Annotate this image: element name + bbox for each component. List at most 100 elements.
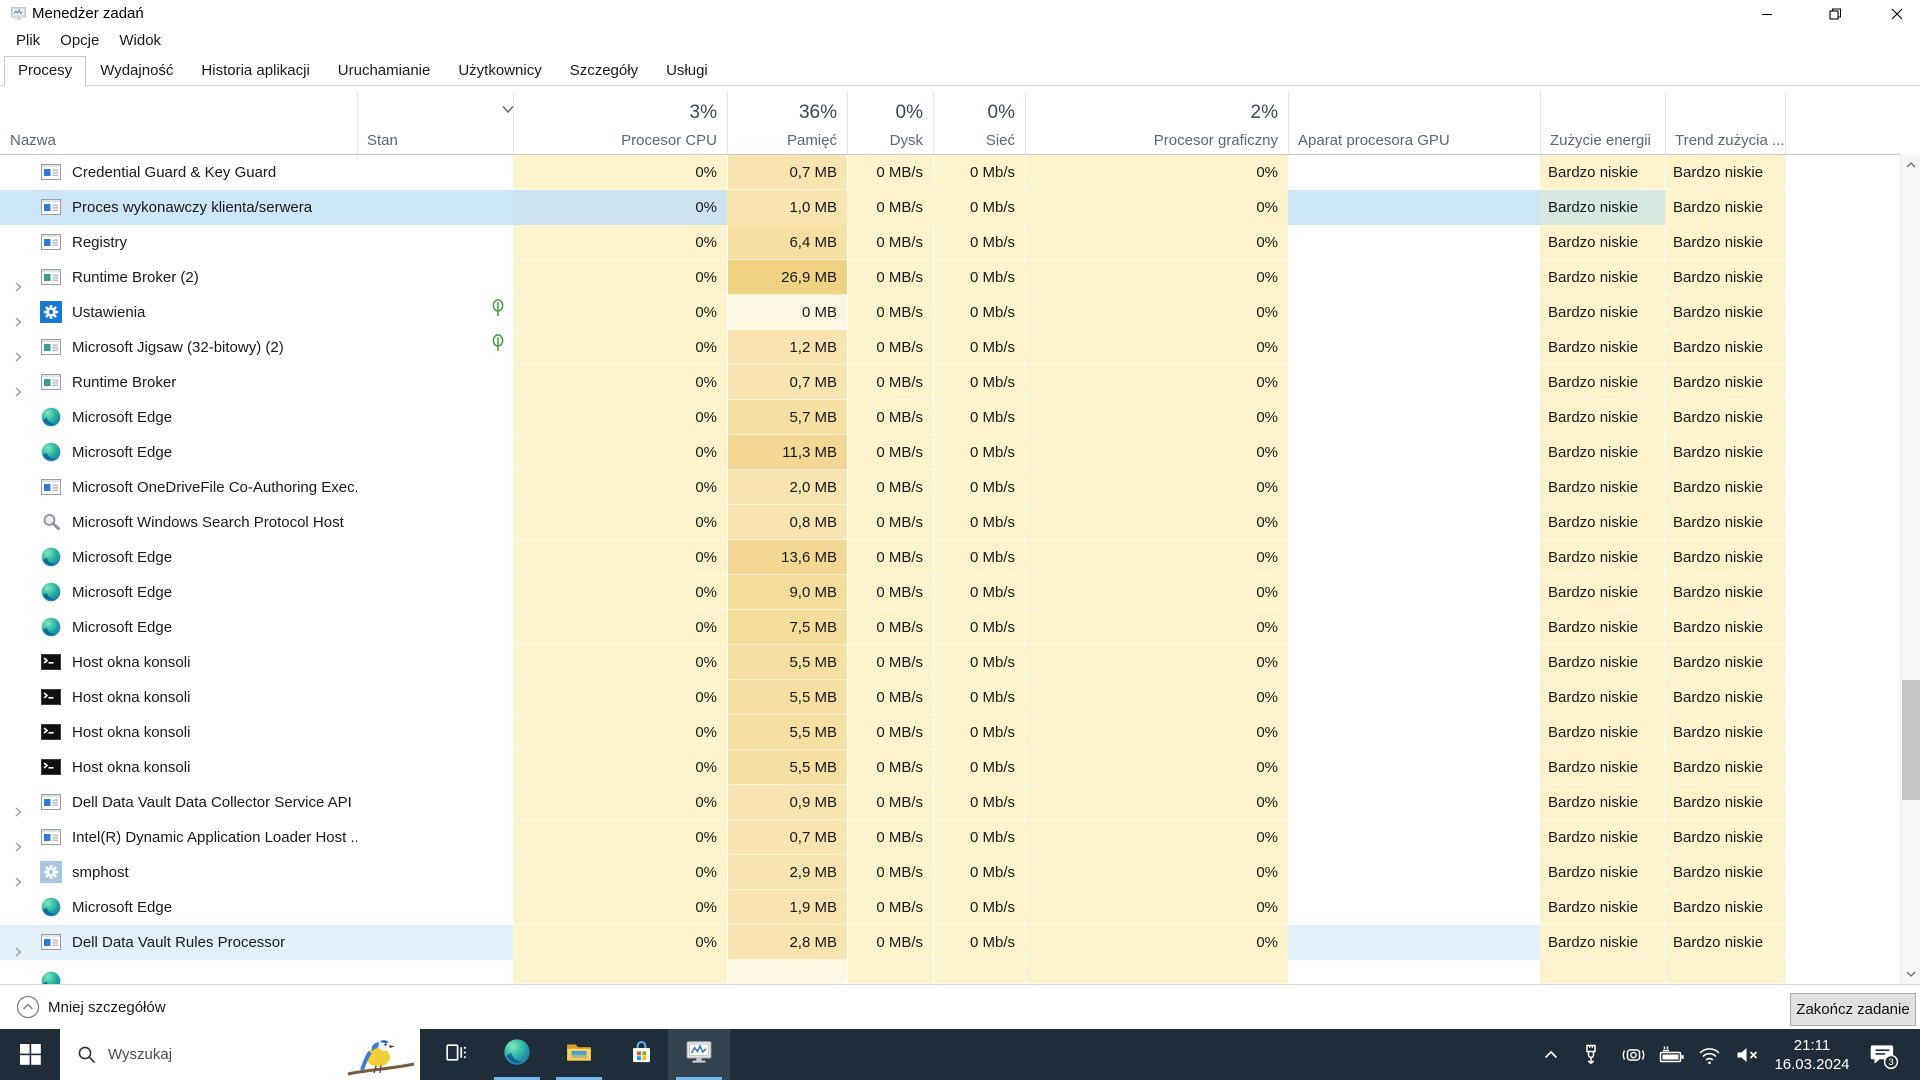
expand-chevron-icon[interactable] (12, 271, 24, 295)
process-row[interactable]: Proces wykonawczy klienta/serwera0%1,0 M… (0, 190, 1900, 225)
memory-value: 2,9 MB (727, 855, 847, 890)
taskbar-microsoft-store-button[interactable] (610, 1029, 672, 1080)
search-placeholder: Wyszukaj (108, 1046, 172, 1063)
menu-item-plik[interactable]: Plik (6, 29, 50, 52)
process-row[interactable]: Intel(R) Dynamic Application Loader Host… (0, 820, 1900, 855)
column-header-trend[interactable]: Trend zużycia ... (1675, 130, 1785, 152)
menu-item-opcje[interactable]: Opcje (50, 29, 109, 52)
disk-value: 0 MB/s (847, 575, 933, 610)
taskbar-task-manager-button[interactable] (668, 1029, 730, 1080)
process-row[interactable]: Microsoft Edge0%5,7 MB0 MB/s0 Mb/s0%Bard… (0, 400, 1900, 435)
tray-volume-muted-icon[interactable] (1730, 1029, 1764, 1080)
process-row[interactable]: Microsoft Edge0%1,9 MB0 MB/s0 Mb/s0%Bard… (0, 890, 1900, 925)
process-row[interactable]: smphost0%2,9 MB0 MB/s0 Mb/s0%Bardzo nisk… (0, 855, 1900, 890)
process-row[interactable]: Microsoft Jigsaw (32-bitowy) (2)0%1,2 MB… (0, 330, 1900, 365)
end-task-button[interactable]: Zakończ zadanie (1790, 993, 1916, 1026)
menu-item-widok[interactable]: Widok (109, 29, 171, 52)
tab-u-ytkownicy[interactable]: Użytkownicy (444, 56, 555, 85)
process-row[interactable]: Microsoft Edge0%7,5 MB0 MB/s0 Mb/s0%Bard… (0, 610, 1900, 645)
tab-procesy[interactable]: Procesy (4, 56, 86, 86)
tab-szczeg-y[interactable]: Szczegóły (556, 56, 652, 85)
expand-chevron-icon[interactable] (12, 831, 24, 855)
column-header-name[interactable]: Nazwa (10, 130, 357, 152)
process-row[interactable]: Microsoft Edge0%11,3 MB0 MB/s0 Mb/s0%Bar… (0, 435, 1900, 470)
column-header-aparat[interactable]: Aparat procesora GPU (1298, 130, 1540, 152)
expand-chevron-icon[interactable] (12, 341, 24, 365)
process-row[interactable]: Microsoft Edge0%9,0 MB0 MB/s0 Mb/s0%Bard… (0, 575, 1900, 610)
network-value: 0 Mb/s (933, 260, 1025, 295)
tray-usb-icon[interactable] (1574, 1029, 1608, 1080)
process-row[interactable]: Ustawienia0%0 MB0 MB/s0 Mb/s0%Bardzo nis… (0, 295, 1900, 330)
expand-chevron-icon[interactable] (12, 866, 24, 890)
disk-value: 0 MB/s (847, 890, 933, 925)
taskbar: Wyszukaj 21:11 16.03.2024 3 (0, 1029, 1920, 1080)
process-row[interactable]: Credential Guard & Key Guard0%0,7 MB0 MB… (0, 155, 1900, 190)
network-value: 0 Mb/s (933, 295, 1025, 330)
tab-wydajno-[interactable]: Wydajność (86, 56, 187, 85)
taskbar-edge-button[interactable] (486, 1029, 548, 1080)
header-separator (1288, 92, 1289, 154)
tray-cast-icon[interactable] (1616, 1029, 1650, 1080)
row-trailing-space (1785, 785, 1900, 820)
column-header-power[interactable]: Zużycie energii (1550, 130, 1665, 152)
taskbar-search-input[interactable]: Wyszukaj (60, 1029, 420, 1080)
scroll-up-arrow[interactable] (1901, 155, 1920, 175)
process-name-cell: Runtime Broker (2) (0, 260, 357, 295)
expand-chevron-icon[interactable] (12, 796, 24, 820)
status-cell (357, 575, 513, 610)
gpu-engine-cell (1288, 820, 1540, 855)
tab-historia-aplikacji[interactable]: Historia aplikacji (187, 56, 323, 85)
close-button[interactable] (1874, 0, 1920, 27)
restore-icon (1829, 8, 1841, 20)
cpu-value: 0% (513, 260, 727, 295)
minimize-icon (1761, 8, 1773, 20)
process-name: Microsoft Edge (72, 400, 172, 435)
less-details-toggle[interactable]: Mniej szczegółów (16, 995, 166, 1019)
restore-button[interactable] (1812, 0, 1858, 27)
taskbar-task-view-button[interactable] (424, 1029, 486, 1080)
process-row[interactable]: Host okna konsoli0%5,5 MB0 MB/s0 Mb/s0%B… (0, 715, 1900, 750)
process-row-partial[interactable] (0, 960, 1900, 984)
expand-chevron-icon[interactable] (12, 936, 24, 960)
tray-battery-icon[interactable] (1654, 1029, 1688, 1080)
column-header-net[interactable]: Sieć (933, 130, 1015, 152)
column-header-gpu[interactable]: Procesor graficzny (1025, 130, 1278, 152)
process-row[interactable]: Host okna konsoli0%5,5 MB0 MB/s0 Mb/s0%B… (0, 750, 1900, 785)
tray-wifi-icon[interactable] (1692, 1029, 1726, 1080)
tray-tray-expand-icon[interactable] (1534, 1029, 1568, 1080)
eco-leaf-icon (490, 295, 506, 330)
process-row[interactable]: Host okna konsoli0%5,5 MB0 MB/s0 Mb/s0%B… (0, 680, 1900, 715)
process-row[interactable]: Dell Data Vault Data Collector Service A… (0, 785, 1900, 820)
process-row[interactable]: Microsoft Windows Search Protocol Host0%… (0, 505, 1900, 540)
disk-value: 0 MB/s (847, 715, 933, 750)
memory-value: 1,0 MB (727, 190, 847, 225)
process-row[interactable]: Runtime Broker (2)0%26,9 MB0 MB/s0 Mb/s0… (0, 260, 1900, 295)
expand-chevron-icon[interactable] (12, 376, 24, 400)
start-button[interactable] (0, 1029, 60, 1080)
process-row[interactable]: Runtime Broker0%0,7 MB0 MB/s0 Mb/s0%Bard… (0, 365, 1900, 400)
gpu-value: 0% (1025, 925, 1288, 960)
taskbar-clock[interactable]: 21:11 16.03.2024 (1772, 1029, 1852, 1080)
scroll-down-arrow[interactable] (1901, 964, 1920, 984)
tab-us-ugi[interactable]: Usługi (652, 56, 722, 85)
appwin-teal-icon (40, 336, 62, 358)
taskbar-file-explorer-button[interactable] (548, 1029, 610, 1080)
process-row[interactable]: Microsoft OneDriveFile Co-Authoring Exec… (0, 470, 1900, 505)
process-row[interactable]: Microsoft Edge0%13,6 MB0 MB/s0 Mb/s0%Bar… (0, 540, 1900, 575)
scrollbar-thumb[interactable] (1902, 680, 1920, 800)
minimize-button[interactable] (1744, 0, 1790, 27)
action-center-button[interactable]: 3 (1860, 1029, 1906, 1080)
tab-uruchamianie[interactable]: Uruchamianie (324, 56, 445, 85)
column-header-cpu[interactable]: Procesor CPU (513, 130, 717, 152)
process-row[interactable]: Dell Data Vault Rules Processor0%2,8 MB0… (0, 925, 1900, 960)
expand-chevron-icon[interactable] (12, 306, 24, 330)
power-trend-value: Bardzo niskie (1665, 610, 1785, 645)
column-header-mem[interactable]: Pamięć (727, 130, 837, 152)
column-header-disk[interactable]: Dysk (847, 130, 923, 152)
column-header-stan[interactable]: Stan (367, 130, 513, 152)
gpu-engine-cell (1288, 645, 1540, 680)
process-row[interactable]: Host okna konsoli0%5,5 MB0 MB/s0 Mb/s0%B… (0, 645, 1900, 680)
close-icon (1891, 8, 1903, 20)
process-row[interactable]: Registry0%6,4 MB0 MB/s0 Mb/s0%Bardzo nis… (0, 225, 1900, 260)
vertical-scrollbar[interactable] (1900, 155, 1920, 984)
